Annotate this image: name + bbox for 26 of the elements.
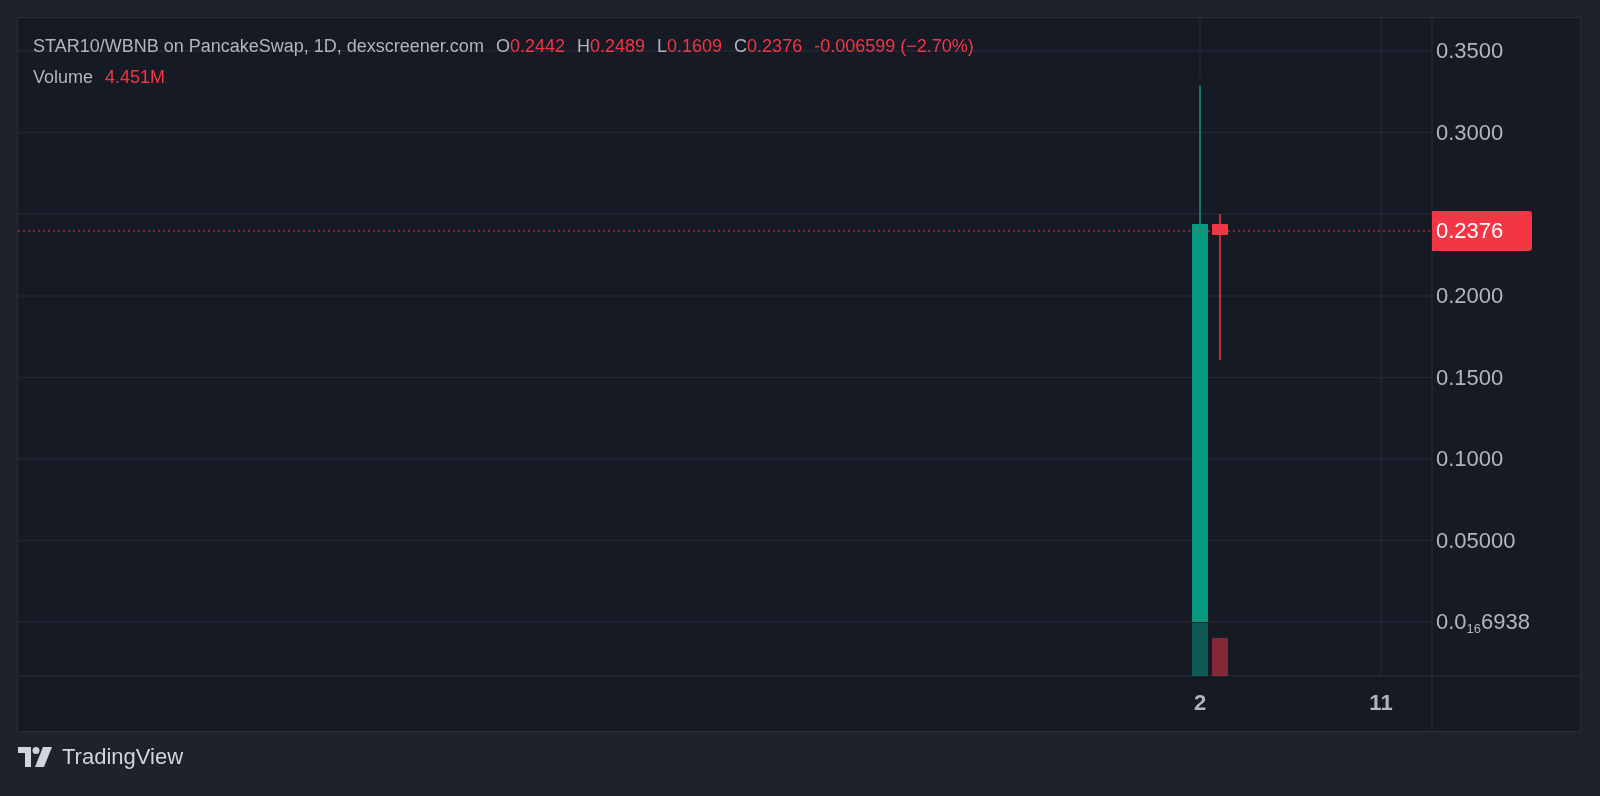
ohlc-value: 0.2376: [747, 36, 803, 57]
time-axis-label: 2: [1193, 690, 1207, 716]
price-axis-label: 0.1500: [1436, 364, 1504, 391]
volume-bar: [1192, 623, 1208, 676]
ohlc-key: C: [734, 36, 748, 57]
ohlc-key: L: [657, 36, 668, 57]
ohlc-value: 0.2442: [509, 36, 565, 57]
ohlc-key: O: [495, 36, 510, 57]
ohlc-value: 0.2489: [589, 36, 645, 57]
price-axis-label: 0.0$_{16}$6938: [1436, 608, 1530, 636]
volume-value: 4.451M: [105, 67, 166, 88]
volume-label: Volume: [33, 67, 94, 88]
ohlc-value: 0.1609: [667, 36, 723, 57]
price-axis-label: 0.2000: [1436, 283, 1504, 309]
price-axis-label: 0.1000: [1436, 446, 1504, 472]
last-price-tag: 0.2376: [1432, 211, 1532, 251]
brand-name: TradingView: [62, 743, 184, 770]
logo-icon: [18, 746, 52, 767]
ohlc-key: H: [576, 36, 590, 57]
price-axis-label: 0.3000: [1436, 119, 1504, 146]
price-axis-label: 0.3500: [1436, 38, 1504, 64]
time-axis-label: 11: [1369, 690, 1393, 716]
volume-bar: [1212, 638, 1228, 676]
price-axis-label: 0.05000: [1436, 527, 1516, 554]
price-change: -0.006599 (−2.70%): [814, 36, 974, 57]
symbol-title: STAR10/WBNB on PancakeSwap, 1D, dexscreener.com: [33, 36, 484, 57]
